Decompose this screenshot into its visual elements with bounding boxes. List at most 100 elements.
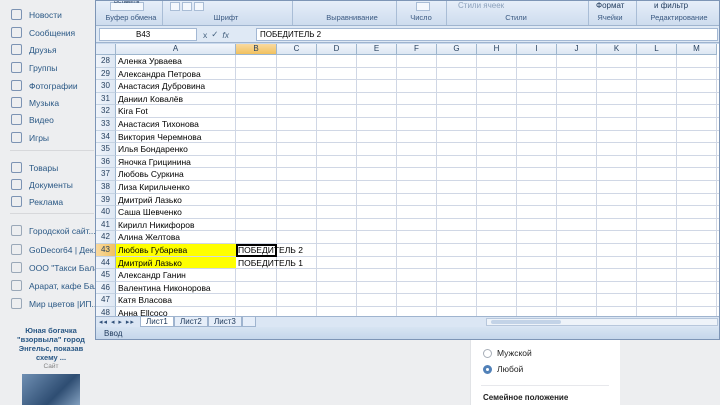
sheet-tab-bar: ◂◂ ◂ ▸ ▸▸ Лист1 Лист2 Лист3 bbox=[96, 316, 719, 327]
sidebar-item[interactable]: ООО "Такси Бала... bbox=[0, 259, 100, 277]
row-header[interactable]: 43 bbox=[96, 244, 116, 257]
select-all-corner[interactable] bbox=[96, 44, 116, 55]
column-header[interactable]: K bbox=[597, 44, 637, 55]
gridline bbox=[316, 55, 317, 316]
sidebar-item-label: Группы bbox=[29, 63, 58, 73]
sidebar-item[interactable]: Реклама bbox=[0, 193, 100, 211]
sidebar-item[interactable]: Сообщения bbox=[0, 24, 100, 42]
italic-button[interactable] bbox=[182, 2, 192, 11]
sidebar-item[interactable]: Документы bbox=[0, 176, 100, 194]
column-header[interactable]: M bbox=[677, 44, 717, 55]
sidebar-item[interactable]: Арарат, кафе Бала... bbox=[0, 277, 100, 295]
scroll-thumb[interactable] bbox=[491, 320, 561, 324]
ad-title[interactable]: Юная богачка "взорвыла" город Энгельс, п… bbox=[8, 326, 94, 362]
row-header[interactable]: 29 bbox=[96, 67, 116, 81]
row-header[interactable]: 41 bbox=[96, 218, 116, 232]
row-header[interactable]: 45 bbox=[96, 269, 116, 282]
insert-sheet-icon[interactable] bbox=[242, 317, 256, 327]
column-header[interactable]: D bbox=[317, 44, 357, 55]
sidebar-item[interactable]: Друзья bbox=[0, 41, 100, 59]
row-header[interactable]: 32 bbox=[96, 105, 116, 118]
row-header[interactable]: 47 bbox=[96, 294, 116, 307]
enter-icon[interactable]: ✓ bbox=[211, 29, 218, 40]
gridline bbox=[636, 55, 637, 316]
row-header[interactable]: 40 bbox=[96, 206, 116, 219]
column-header[interactable]: B bbox=[236, 44, 277, 55]
sidebar-item-label: Друзья bbox=[29, 45, 57, 55]
sidebar-item[interactable]: Мир цветов |ИП... bbox=[0, 295, 100, 313]
row-header[interactable]: 38 bbox=[96, 181, 116, 194]
row-header[interactable]: 31 bbox=[96, 92, 116, 106]
column-header[interactable]: L bbox=[637, 44, 677, 55]
row-header[interactable]: 48 bbox=[96, 307, 116, 316]
sidebar-item[interactable]: Товары bbox=[0, 159, 100, 177]
insert-function-icon[interactable]: fx bbox=[222, 30, 229, 40]
row-header[interactable]: 36 bbox=[96, 155, 116, 169]
sidebar-item-label: ООО "Такси Бала... bbox=[29, 263, 97, 273]
column-header[interactable]: H bbox=[477, 44, 517, 55]
sidebar-item-label: Видео bbox=[29, 115, 54, 125]
row-header[interactable]: 39 bbox=[96, 193, 116, 207]
row-header[interactable]: 46 bbox=[96, 281, 116, 295]
sidebar-item-label: Мир цветов |ИП... bbox=[29, 299, 97, 309]
radio-button[interactable] bbox=[483, 348, 492, 358]
comma-button[interactable] bbox=[416, 2, 430, 11]
sidebar-item-label: Документы bbox=[29, 180, 73, 190]
row-header[interactable]: 35 bbox=[96, 143, 116, 156]
sidebar-item-label: Арарат, кафе Бала... bbox=[29, 281, 97, 291]
sidebar-item-label: Новости bbox=[29, 10, 62, 20]
sidebar-item[interactable]: Музыка bbox=[0, 94, 100, 112]
sidebar-item[interactable]: Городской сайт... bbox=[0, 222, 100, 240]
paste-label: Вставить bbox=[114, 0, 140, 5]
column-header[interactable]: I bbox=[517, 44, 557, 55]
bold-button[interactable] bbox=[170, 2, 180, 11]
radio-male[interactable]: Мужской bbox=[483, 346, 532, 360]
sidebar-item-label: Товары bbox=[29, 163, 59, 173]
row-header[interactable]: 33 bbox=[96, 118, 116, 131]
sheet-nav-arrows[interactable]: ◂◂ ◂ ▸ ▸▸ bbox=[99, 318, 135, 326]
column-header[interactable]: C bbox=[277, 44, 317, 55]
radio-any[interactable]: Любой bbox=[483, 362, 523, 376]
sidebar-item-label: Игры bbox=[29, 133, 50, 143]
row-header[interactable]: 42 bbox=[96, 231, 116, 244]
sheet-tab-3[interactable]: Лист3 bbox=[208, 317, 242, 327]
column-header[interactable]: G bbox=[437, 44, 477, 55]
divider bbox=[292, 1, 293, 25]
radio-button[interactable] bbox=[483, 364, 492, 374]
gridline bbox=[356, 55, 357, 316]
row-header[interactable]: 28 bbox=[96, 55, 116, 68]
divider bbox=[588, 1, 589, 25]
column-header[interactable]: J bbox=[557, 44, 597, 55]
sidebar-item[interactable]: Фотографии bbox=[0, 77, 100, 95]
sidebar-item[interactable]: Группы bbox=[0, 59, 100, 77]
row-header[interactable]: 37 bbox=[96, 168, 116, 181]
sidebar-item-label: GoDecor64 | Дек... bbox=[29, 245, 97, 255]
divider bbox=[481, 385, 609, 386]
row-header[interactable]: 44 bbox=[96, 256, 116, 270]
sidebar-item[interactable]: Видео bbox=[0, 111, 100, 129]
sidebar-item[interactable]: Новости bbox=[0, 6, 100, 24]
sheet-tab-1[interactable]: Лист1 bbox=[140, 317, 174, 327]
row-header[interactable]: 34 bbox=[96, 130, 116, 144]
column-header[interactable]: F bbox=[397, 44, 437, 55]
gridline bbox=[716, 55, 717, 316]
sheet-tab-2[interactable]: Лист2 bbox=[174, 317, 208, 327]
column-header[interactable]: E bbox=[357, 44, 397, 55]
row-header[interactable]: 30 bbox=[96, 80, 116, 93]
group-clipboard: Буфер обмена bbox=[105, 13, 157, 22]
underline-button[interactable] bbox=[194, 2, 204, 11]
formula-input[interactable]: ПОБЕДИТЕЛЬ 2 bbox=[256, 28, 718, 41]
gridline bbox=[596, 55, 597, 316]
sidebar-item[interactable]: GoDecor64 | Дек... bbox=[0, 241, 100, 259]
ad-image[interactable] bbox=[22, 374, 80, 405]
name-box[interactable]: B43 bbox=[99, 28, 197, 41]
group-cells: Ячейки bbox=[597, 13, 623, 22]
cancel-icon[interactable]: x bbox=[203, 30, 207, 40]
sidebar-ad[interactable]: Юная богачка "взорвыла" город Энгельс, п… bbox=[8, 326, 94, 405]
cell-a[interactable]: Анна Ellcoco bbox=[118, 307, 236, 316]
active-cell-border[interactable] bbox=[236, 243, 277, 257]
spreadsheet-grid[interactable]: A B C D E F G H I J K L M 28 Аленка Урваева 29 Александр… bbox=[96, 44, 719, 316]
sidebar-item[interactable]: Игры bbox=[0, 129, 100, 147]
column-header[interactable]: A bbox=[116, 44, 236, 55]
horizontal-scrollbar[interactable] bbox=[486, 318, 718, 326]
